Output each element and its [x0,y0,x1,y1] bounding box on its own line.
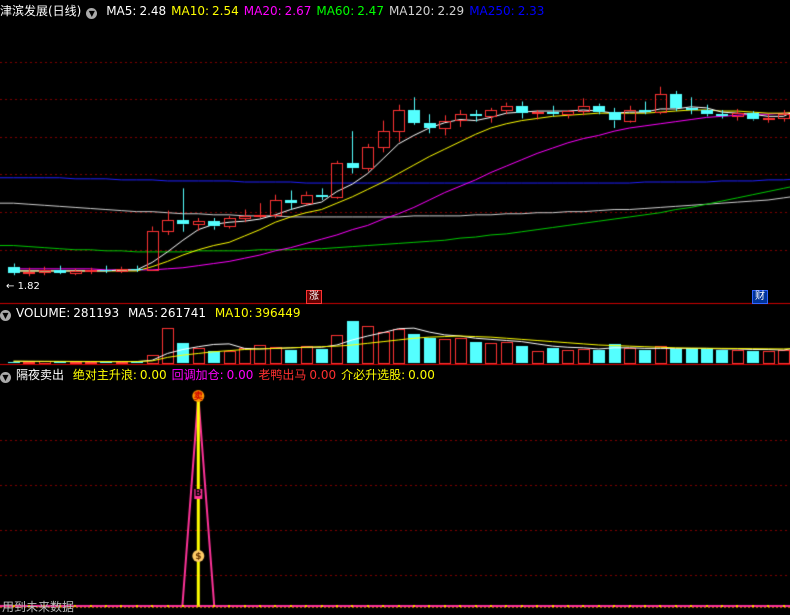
volume-value: 281193 [73,306,120,320]
indicator-settings-icon[interactable]: ▼ [0,372,11,383]
volume-ma5-value: 261741 [160,306,206,320]
ma-legend-item: MA120: 2.29 [388,4,465,18]
financial-tag[interactable]: 财 [752,290,768,304]
indicator-legend-item: 老鸭出马 0.00 [258,368,337,382]
volume-title: VOLUME: [16,306,71,320]
stock-title: 津滨发展(日线) [0,4,82,18]
settings-icon[interactable]: ▼ [86,8,98,19]
volume-ma10-label: MA10: [214,306,253,320]
ma-legend-item: MA10: 2.54 [171,4,239,18]
volume-ma10-value: 396449 [254,306,301,320]
indicator-legend-item: 回调加仓: 0.00 [171,368,254,382]
ma-legend-item: MA60: 2.47 [316,4,384,18]
volume-settings-icon[interactable]: ▼ [0,310,11,321]
indicator-legend: 绝对主升浪: 0.00 回调加仓: 0.00 老鸭出马 0.00 介必升选股: 0.00 [73,368,440,382]
indicator-legend-item: 绝对主升浪: 0.00 [72,368,167,382]
indicator-legend-item: 介必升选股: 0.00 [341,368,435,382]
ma-legend-item: MA20: 2.67 [243,4,312,18]
low-price-label: ← 1.82 [6,281,40,292]
volume-panel-header: ▼ VOLUME: 281193 MA5: 261741 MA10: 396449 [0,304,306,322]
indicator-title: 隔夜卖出 [16,368,65,382]
ma-legend-item: MA250: 2.33 [469,4,545,18]
main-panel-header: 津滨发展(日线) ▼ MA5: 2.48 MA10: 2.54 MA20: 2.67 MA60… [0,2,554,20]
indicator-panel-header: ▼ 隔夜卖出 绝对主升浪: 0.00 回调加仓: 0.00 老鸭出马 0.00 介必升选股: 0… [0,366,445,384]
limit-up-tag[interactable]: 涨 [306,290,322,304]
ma-legend: MA5: 2.48 MA10: 2.54 MA20: 2.67 MA60: 2.47 MA120… [106,4,549,18]
ma-legend-item: MA5: 2.48 [106,4,167,18]
volume-ma5-label: MA5: [127,306,159,320]
future-data-note: 用到未来数据 [2,600,75,614]
